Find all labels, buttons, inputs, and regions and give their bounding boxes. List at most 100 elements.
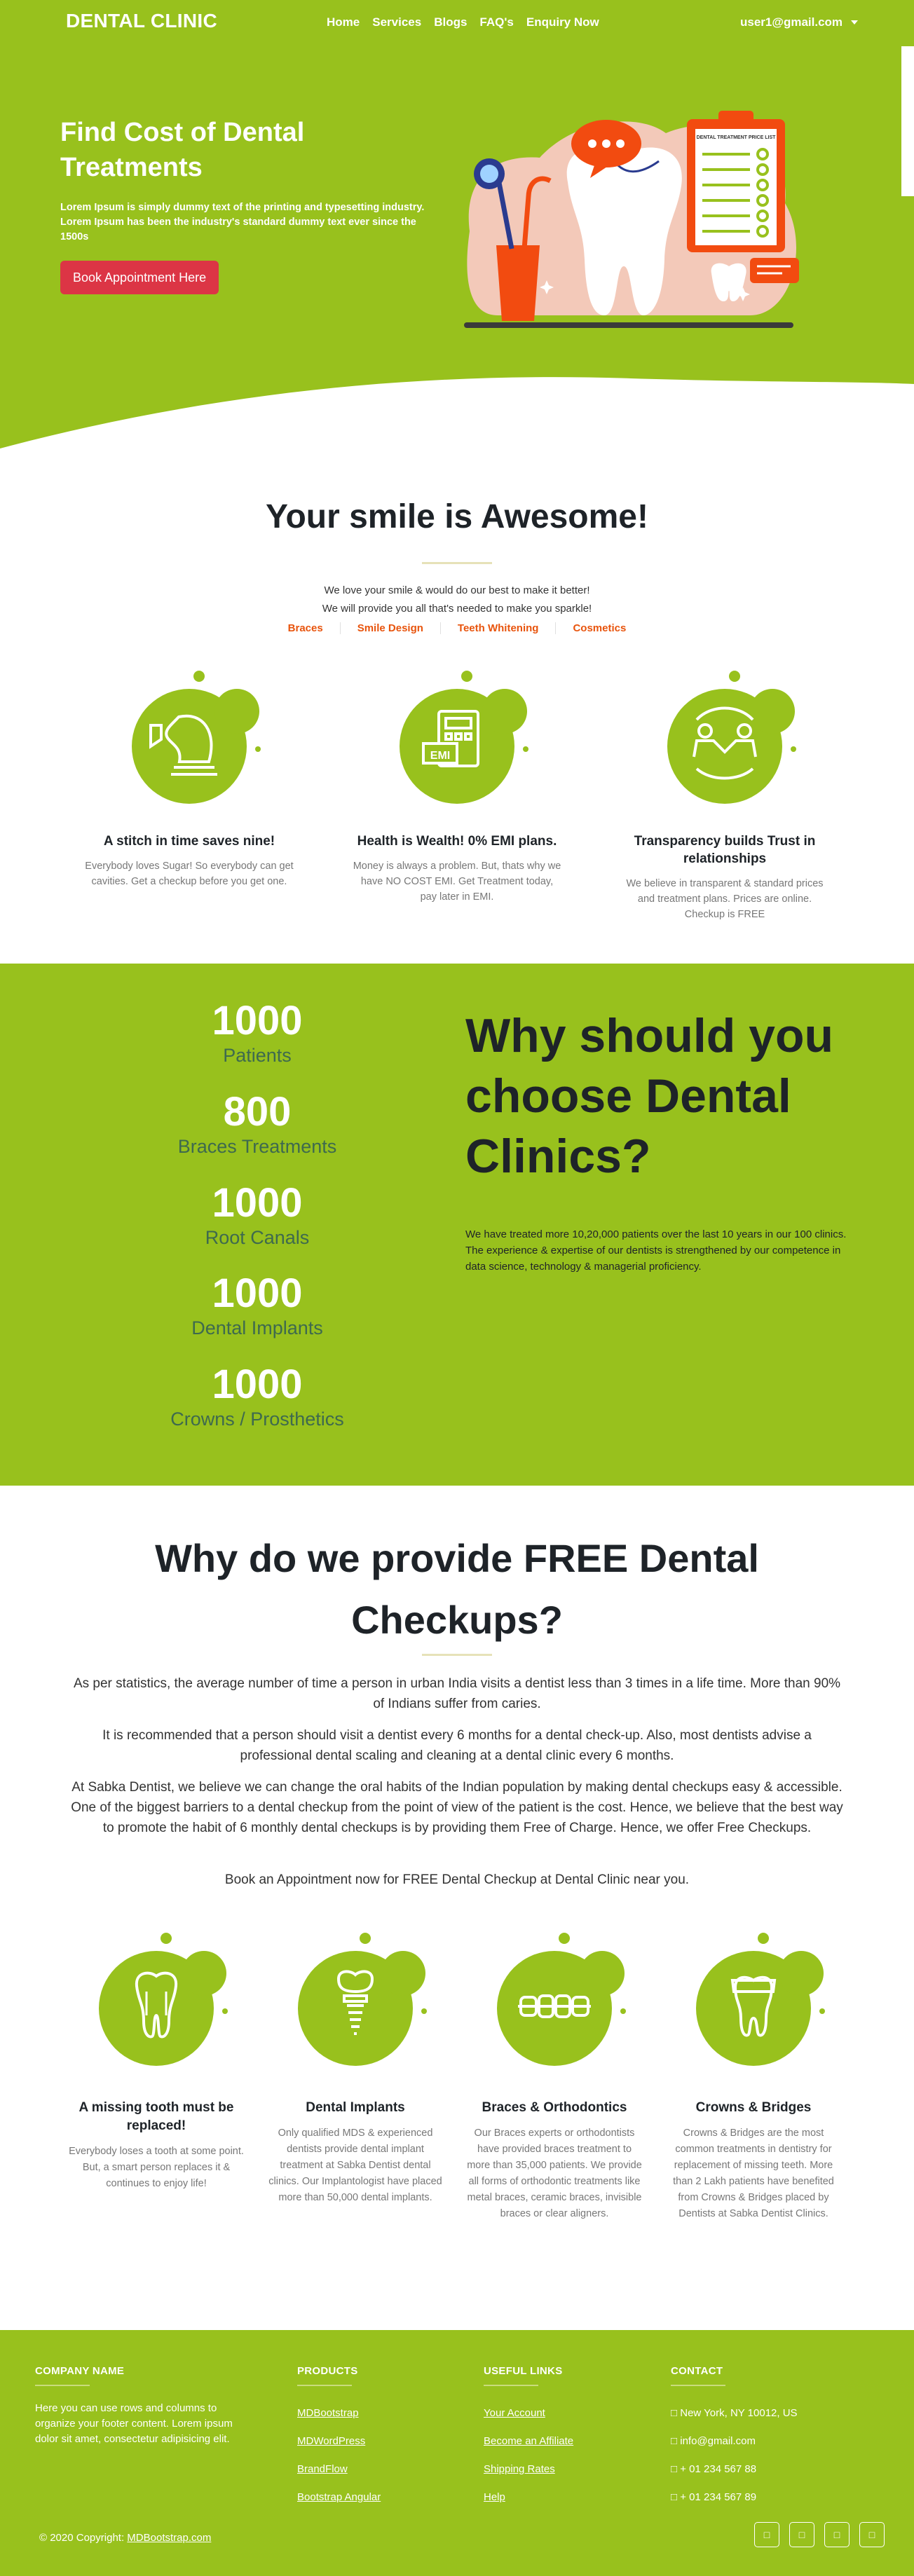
page-edge: [901, 46, 914, 196]
stat-number: 800: [223, 1089, 292, 1135]
footer-contact: CONTACT □ New York, NY 10012, US □ info@…: [671, 2365, 798, 2512]
feature-title: Transparency builds Trust in relationshi…: [634, 834, 816, 866]
envelope-icon: □: [671, 2435, 681, 2447]
paragraph: As per statistics, the average number of…: [73, 1676, 841, 1711]
twitter-icon[interactable]: □: [789, 2522, 814, 2547]
feature-title: A stitch in time saves nine!: [103, 834, 275, 849]
stat-label: Root Canals: [205, 1227, 310, 1248]
phone-icon: □: [671, 2463, 681, 2475]
user-menu-dropdown[interactable]: user1@gmail.com: [740, 15, 859, 29]
title-divider: [422, 1654, 492, 1656]
stat-label: Braces Treatments: [177, 1136, 337, 1157]
feature-text: Our Braces experts or orthodontists have…: [467, 2128, 642, 2219]
dental-illustration: DENTAL TREATMENT PRICE LIST: [464, 111, 799, 328]
section-title: Why should you choose Dental Clinics?: [465, 1009, 834, 1183]
feature-title: Crowns & Bridges: [695, 2100, 812, 2115]
footer-link-bootstrap-angular[interactable]: Bootstrap Angular: [297, 2491, 381, 2503]
tab-teeth-whitening[interactable]: Teeth Whitening: [441, 622, 557, 634]
smile-section: Your smile is Awesome! We love your smil…: [0, 448, 914, 964]
copyright: © 2020 Copyright: MDBootstrap.com: [39, 2532, 211, 2544]
linkedin-icon[interactable]: □: [859, 2522, 885, 2547]
feature-text: Only qualified MDS & experienced dentist…: [268, 2128, 442, 2203]
feature-card-crowns: Crowns & Bridges Crowns & Bridges are th…: [666, 2099, 841, 2222]
feature-title: Braces & Orthodontics: [482, 2100, 627, 2115]
feature-card-1: A stitch in time saves nine! Everybody l…: [84, 833, 294, 889]
footer-products: PRODUCTS MDBootstrap MDWordPress BrandFl…: [297, 2365, 381, 2512]
google-plus-icon[interactable]: □: [824, 2522, 850, 2547]
stat-number: 1000: [212, 998, 303, 1043]
footer-link-shipping[interactable]: Shipping Rates: [484, 2463, 555, 2475]
nav-menu: Home Services Blogs FAQ's Enquiry Now: [327, 15, 599, 29]
stat-number: 1000: [212, 1270, 303, 1316]
stat-label: Crowns / Prosthetics: [170, 1409, 344, 1430]
hero-description: Lorem Ipsum is simply dummy text of the …: [60, 202, 425, 242]
book-appointment-button[interactable]: Book Appointment Here: [60, 261, 219, 294]
paragraph: At Sabka Dentist, we believe we can chan…: [71, 1780, 843, 1835]
free-checkup-section: Why do we provide FREE Dental Checkups? …: [0, 1486, 914, 2330]
footer-link-account[interactable]: Your Account: [484, 2407, 545, 2419]
facebook-icon[interactable]: □: [754, 2522, 779, 2547]
footer-link-mdbootstrap[interactable]: MDBootstrap: [297, 2407, 359, 2419]
user-email: user1@gmail.com: [740, 15, 843, 29]
subtitle-line-1: We love your smile & would do our best t…: [324, 584, 590, 596]
tab-smile-design[interactable]: Smile Design: [341, 622, 441, 634]
footer-link-help[interactable]: Help: [484, 2491, 505, 2503]
footer-company-text: Here you can use rows and columns to org…: [35, 2402, 233, 2445]
footer: COMPANY NAME Here you can use rows and c…: [0, 2330, 914, 2576]
section-text: We have treated more 10,20,000 patients …: [465, 1228, 847, 1273]
feature-card-2: Health is Wealth! 0% EMI plans. Money is…: [352, 833, 562, 905]
print-icon: □: [671, 2491, 681, 2503]
contact-email: info@gmail.com: [680, 2435, 756, 2447]
stats-section: 1000 Patients 800 Braces Treatments 1000…: [0, 964, 914, 1486]
feature-text: We believe in transparent & standard pri…: [626, 878, 824, 920]
feature-text: Money is always a problem. But, thats wh…: [353, 861, 561, 903]
contact-phone: + 01 234 567 88: [680, 2463, 757, 2475]
hero-title: Find Cost of Dental Treatments: [60, 118, 305, 182]
nav-link-blogs[interactable]: Blogs: [434, 15, 467, 29]
clipboard-icon: DENTAL TREATMENT PRICE LIST: [687, 111, 785, 252]
feature-card-implants: Dental Implants Only qualified MDS & exp…: [268, 2099, 443, 2206]
section-title: Your smile is Awesome!: [266, 498, 648, 535]
paragraph: It is recommended that a person should v…: [102, 1728, 812, 1763]
tab-braces[interactable]: Braces: [271, 622, 341, 634]
feature-title: Dental Implants: [306, 2100, 405, 2115]
copyright-link[interactable]: MDBootstrap.com: [127, 2532, 211, 2544]
braces-icon: [497, 1933, 626, 2066]
nav-link-services[interactable]: Services: [372, 15, 421, 29]
svg-text:EMI: EMI: [430, 750, 450, 762]
nav-link-enquiry[interactable]: Enquiry Now: [526, 15, 599, 29]
stat-number: 1000: [212, 1362, 303, 1407]
service-tabs: Braces Smile Design Teeth Whitening Cosm…: [266, 622, 648, 634]
footer-link-mdwordpress[interactable]: MDWordPress: [297, 2435, 365, 2447]
dental-crown-icon: [696, 1933, 825, 2066]
footer-divider: [35, 2385, 90, 2386]
feature-text: Everybody loses a tooth at some point. B…: [69, 2146, 244, 2189]
nav-link-faqs[interactable]: FAQ's: [479, 15, 513, 29]
footer-heading: COMPANY NAME: [35, 2365, 125, 2377]
handshake-people-icon: [667, 671, 796, 804]
footer-link-brandflow[interactable]: BrandFlow: [297, 2463, 348, 2475]
tooth-icon: [99, 1933, 228, 2066]
feature-title: A missing tooth must be replaced!: [79, 2100, 234, 2133]
feature-text: Crowns & Bridges are the most common tre…: [673, 2128, 834, 2219]
chess-knight-icon: [132, 671, 261, 804]
brand-logo[interactable]: DENTAL CLINIC: [66, 10, 217, 32]
contact-fax: + 01 234 567 89: [680, 2491, 757, 2503]
hero-section: Find Cost of Dental Treatments Lorem Ips…: [0, 0, 914, 455]
stat-label: Dental Implants: [191, 1317, 323, 1338]
stat-label: Patients: [223, 1045, 292, 1066]
emi-calculator-icon: EMI: [400, 671, 528, 804]
feature-card-tooth: A missing tooth must be replaced! Everyb…: [69, 2099, 244, 2192]
title-divider: [422, 562, 492, 564]
copyright-text: © 2020 Copyright:: [39, 2532, 128, 2544]
nav-link-home[interactable]: Home: [327, 15, 360, 29]
dental-implant-icon: [298, 1933, 427, 2066]
footer-divider: [297, 2385, 352, 2386]
paragraph: Book an Appointment now for FREE Dental …: [224, 1872, 690, 1887]
footer-link-affiliate[interactable]: Become an Affiliate: [484, 2435, 573, 2447]
tab-cosmetics[interactable]: Cosmetics: [556, 622, 643, 634]
hero-wave-divider: [0, 377, 914, 455]
footer-heading: USEFUL LINKS: [484, 2365, 563, 2377]
stat-number: 1000: [212, 1180, 303, 1226]
contact-address: New York, NY 10012, US: [680, 2407, 798, 2419]
